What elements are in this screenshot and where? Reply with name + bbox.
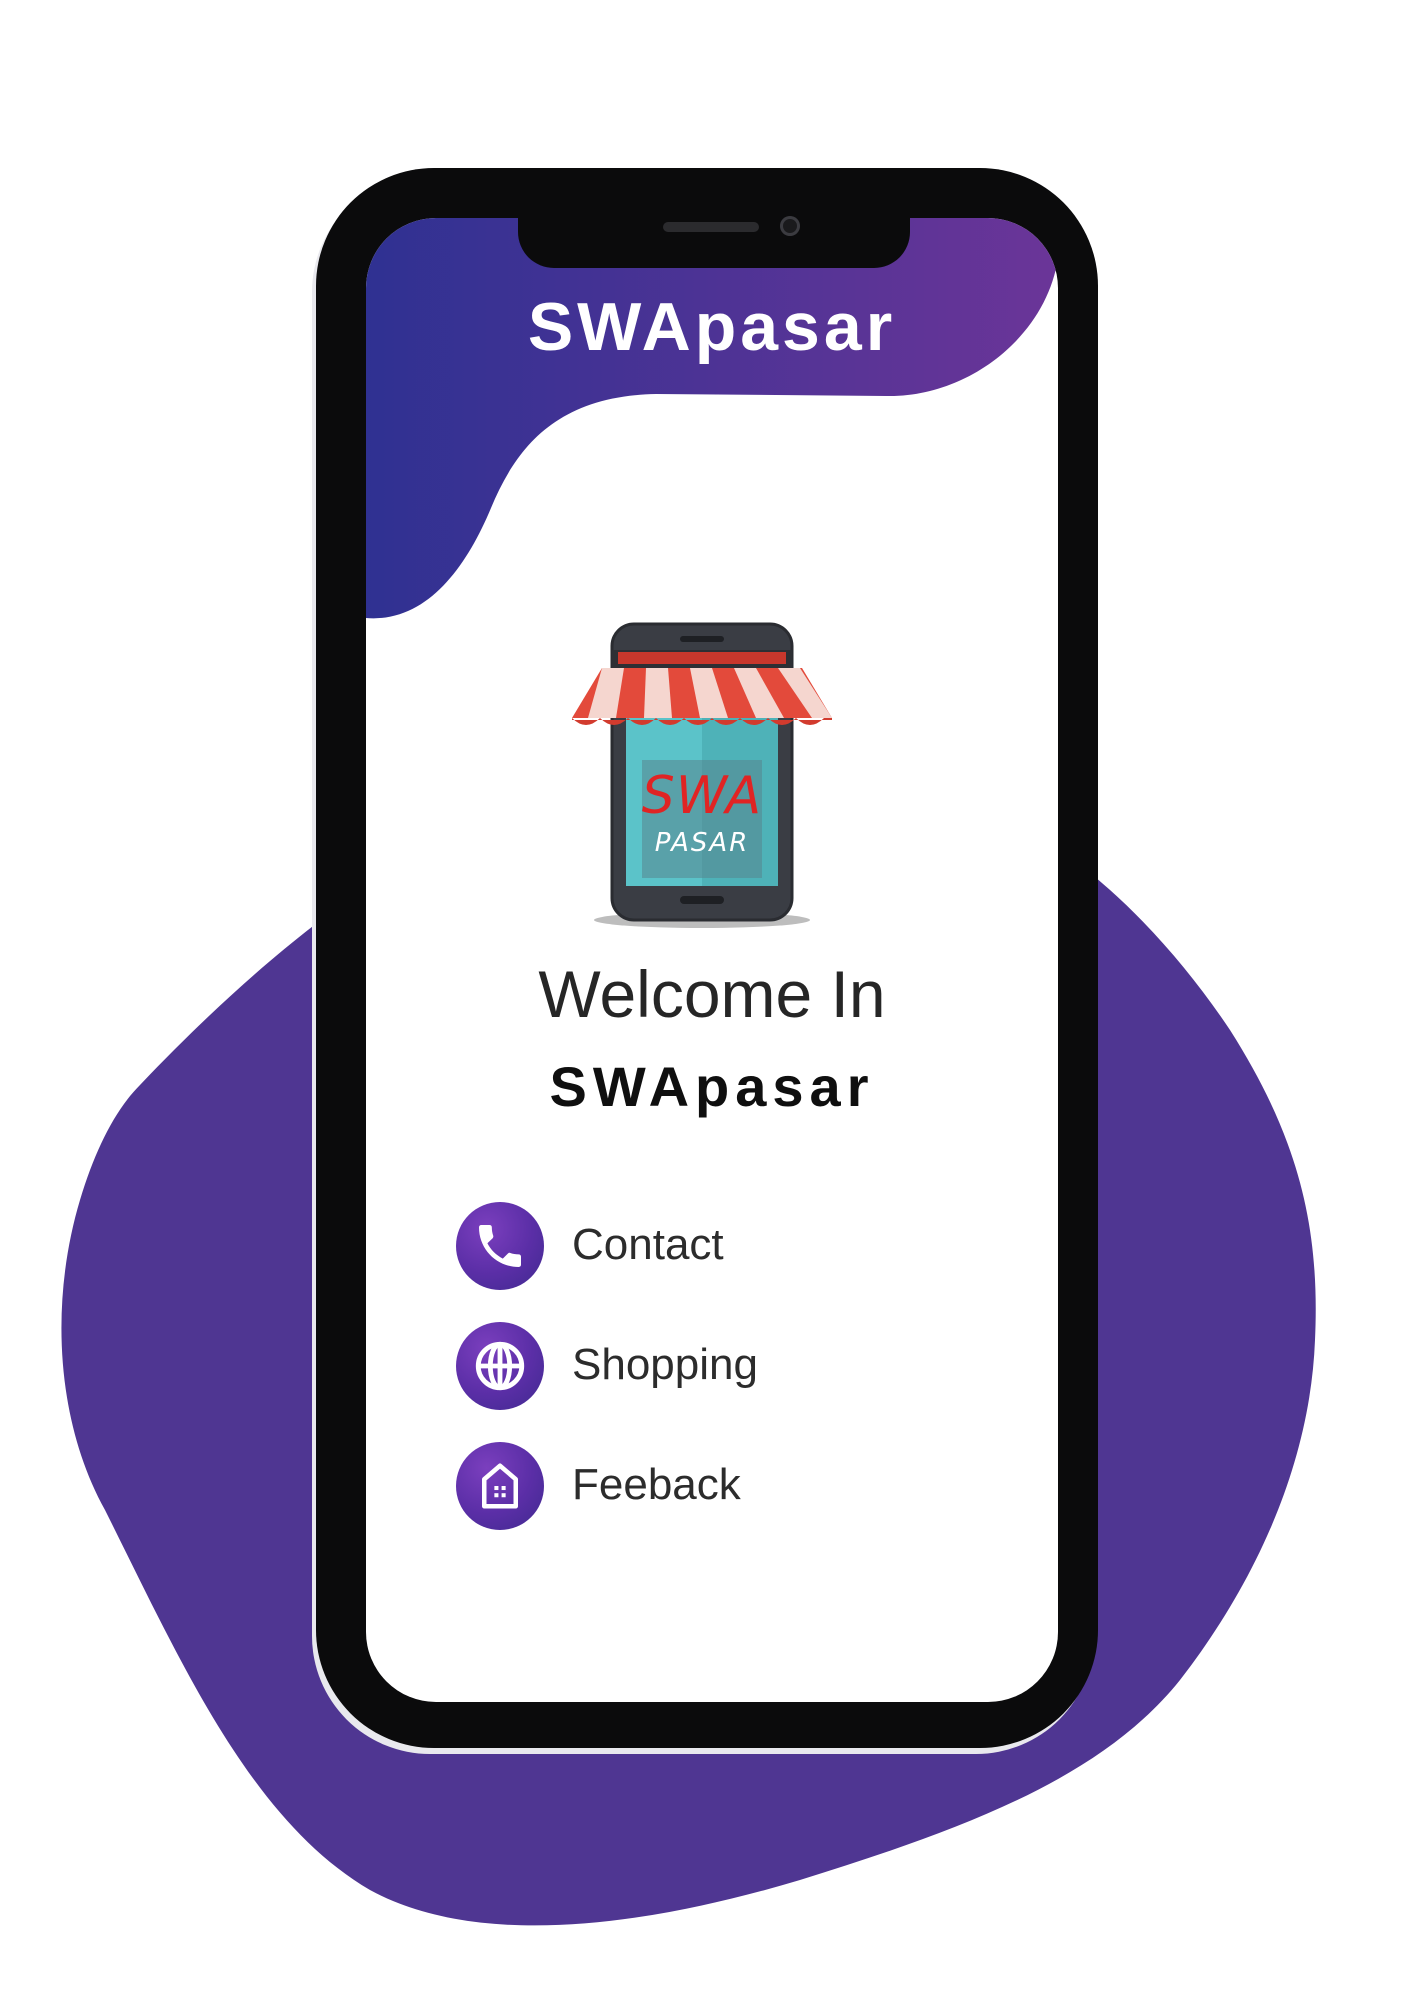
- menu-label-shopping: Shopping: [572, 1340, 758, 1389]
- phone-notch: [518, 198, 910, 268]
- menu-label-feedback: Feeback: [572, 1460, 741, 1509]
- menu-item-shopping[interactable]: Shopping: [456, 1318, 876, 1414]
- menu-item-contact[interactable]: Contact: [456, 1198, 876, 1294]
- building-icon: [456, 1442, 544, 1530]
- logo-word-pasar: PASAR: [654, 828, 750, 858]
- menu-item-feedback[interactable]: Feeback: [456, 1438, 876, 1534]
- welcome-heading: Welcome In: [538, 957, 886, 1031]
- welcome-brand: SWApasar: [549, 1055, 875, 1118]
- swapasar-logo: SWA PASAR: [572, 620, 832, 930]
- header-wave: [366, 218, 1058, 619]
- phone-icon: [456, 1202, 544, 1290]
- camera-icon: [780, 216, 800, 236]
- globe-icon: [456, 1322, 544, 1410]
- phone-screen: SWApasar SWA PASAR Welcome In SWApasar C…: [366, 218, 1058, 1702]
- app-title: SWApasar: [527, 289, 897, 365]
- logo-word-swa: SWA: [641, 766, 763, 826]
- speaker-icon: [663, 222, 759, 232]
- menu-label-contact: Contact: [572, 1220, 724, 1269]
